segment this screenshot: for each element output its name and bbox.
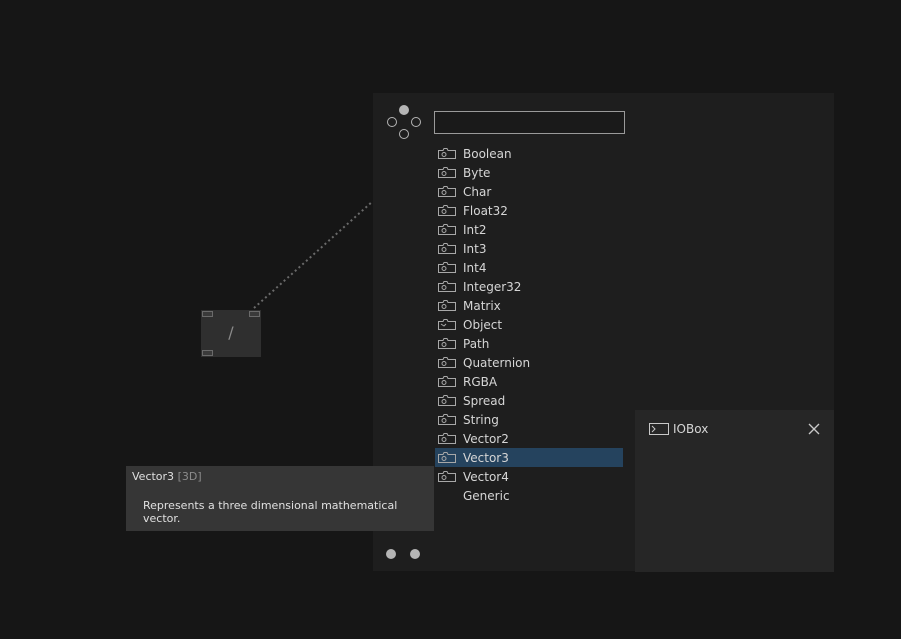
tooltip: Vector3 [3D] Represents a three dimensio… [126, 466, 434, 531]
dot-icon[interactable] [386, 549, 396, 559]
dot-icon[interactable] [410, 549, 420, 559]
io-icon [438, 357, 456, 368]
list-item[interactable]: RGBA [435, 372, 623, 391]
io-icon [438, 262, 456, 273]
type-list: Boolean Byte Char Float32 Int2 Int3 Int4 Intege… [435, 144, 623, 505]
io-icon [438, 167, 456, 178]
list-item[interactable]: Generic [435, 486, 623, 505]
link-wire [253, 200, 374, 309]
list-item[interactable]: Char [435, 182, 623, 201]
input-pin[interactable] [249, 311, 260, 317]
detail-title: IOBox [673, 422, 709, 436]
list-item-label: Path [463, 336, 490, 351]
list-item-label: Object [463, 317, 503, 332]
tooltip-description: Represents a three dimensional mathemati… [143, 499, 398, 525]
list-item[interactable]: Vector3 [435, 448, 623, 467]
list-item[interactable]: Integer32 [435, 277, 623, 296]
io-icon [438, 205, 456, 216]
io-icon [438, 148, 456, 159]
io-icon [438, 395, 456, 406]
object-icon [438, 319, 456, 330]
patch-node[interactable]: / [201, 310, 261, 357]
navigation-circles-icon[interactable] [385, 103, 425, 143]
list-item-label: Generic [463, 488, 510, 503]
list-item[interactable]: Object [435, 315, 623, 334]
list-item[interactable]: Boolean [435, 144, 623, 163]
tooltip-trailing: . [143, 510, 147, 523]
list-item-label: Float32 [463, 203, 508, 218]
list-item-label: Spread [463, 393, 506, 408]
list-item[interactable]: Int2 [435, 220, 623, 239]
tooltip-tag: [3D] [177, 470, 202, 483]
list-item[interactable]: Float32 [435, 201, 623, 220]
list-item-label: Vector4 [463, 469, 509, 484]
list-item-label: Matrix [463, 298, 501, 313]
io-icon [438, 433, 456, 444]
list-item-label: String [463, 412, 499, 427]
list-item-label: Int2 [463, 222, 487, 237]
io-icon [438, 376, 456, 387]
list-item[interactable]: Quaternion [435, 353, 623, 372]
io-icon [438, 300, 456, 311]
io-icon [438, 281, 456, 292]
input-pin[interactable] [202, 311, 213, 317]
list-item[interactable]: Int4 [435, 258, 623, 277]
list-item[interactable]: Vector4 [435, 467, 623, 486]
list-item[interactable]: Matrix [435, 296, 623, 315]
output-pin[interactable] [202, 350, 213, 356]
list-item-label: Char [463, 184, 492, 199]
node-symbol: / [228, 323, 234, 342]
io-icon [438, 224, 456, 235]
io-icon [438, 414, 456, 425]
list-item[interactable]: Spread [435, 391, 623, 410]
list-item-label: Quaternion [463, 355, 531, 370]
list-item[interactable]: String [435, 410, 623, 429]
list-item[interactable]: Vector2 [435, 429, 623, 448]
list-item-label: Vector2 [463, 431, 509, 446]
list-item[interactable]: Path [435, 334, 623, 353]
io-icon [438, 338, 456, 349]
list-item-label: Int3 [463, 241, 487, 256]
list-item-label: Boolean [463, 146, 512, 161]
terminal-icon [649, 423, 669, 435]
list-item[interactable]: Byte [435, 163, 623, 182]
detail-panel: IOBox [635, 410, 834, 572]
search-input[interactable] [434, 111, 625, 134]
tooltip-name: Vector3 [132, 470, 175, 483]
list-item[interactable]: Int3 [435, 239, 623, 258]
io-icon [438, 471, 456, 482]
io-icon [438, 186, 456, 197]
list-item-label: Int4 [463, 260, 487, 275]
list-item-label: Byte [463, 165, 491, 180]
list-item-label: RGBA [463, 374, 498, 389]
list-item-label: Vector3 [463, 450, 509, 465]
list-item-label: Integer32 [463, 279, 522, 294]
io-icon [438, 452, 456, 463]
io-icon [438, 243, 456, 254]
close-icon[interactable] [807, 422, 821, 436]
